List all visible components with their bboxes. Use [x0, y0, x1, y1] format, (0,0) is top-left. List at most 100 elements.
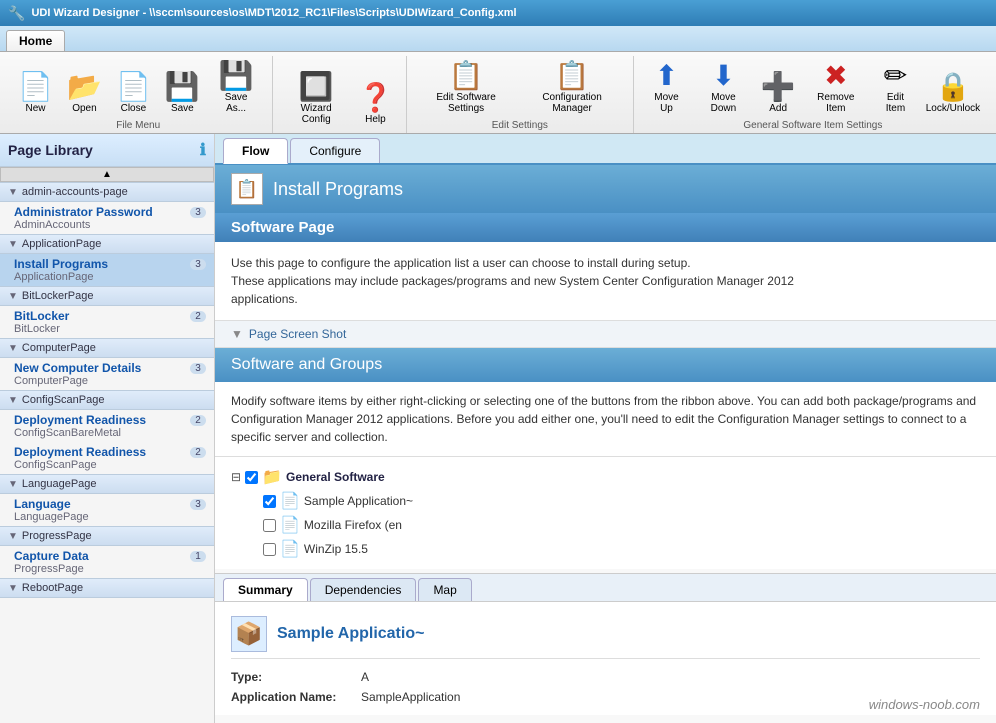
ribbon-group-general-buttons: ⬆ Move Up ⬇ Move Down ➕ Add ✖ Remove Ite…	[642, 58, 984, 118]
app-icon: 🔧	[8, 5, 25, 22]
tree-item-1-icon: 📄	[280, 491, 300, 511]
sidebar-category-language: ▼ LanguagePage	[0, 474, 214, 494]
arrow-icon: ▼	[8, 583, 18, 594]
sidebar-item-bitlocker[interactable]: BitLocker BitLocker 2	[0, 306, 214, 338]
save-as-label: Save As...	[215, 92, 258, 114]
app-item-badge: 3	[190, 259, 206, 270]
move-up-button[interactable]: ⬆ Move Up	[642, 58, 691, 118]
tree-item-1-checkbox[interactable]	[263, 495, 276, 508]
remove-item-button[interactable]: ✖ Remove Item	[803, 58, 870, 118]
tab-configure[interactable]: Configure	[290, 138, 380, 163]
help-icon: ❓	[358, 84, 393, 112]
detail-header: 📦 Sample Applicatio~	[231, 610, 980, 659]
add-icon: ➕	[761, 73, 796, 101]
config-item-badge-1: 2	[190, 415, 206, 426]
sidebar-item-computer-details[interactable]: New Computer Details ComputerPage 3	[0, 358, 214, 390]
bitlocker-category-label: BitLockerPage	[22, 290, 94, 302]
tab-summary[interactable]: Summary	[223, 578, 308, 601]
close-button[interactable]: 📄 Close	[110, 69, 157, 118]
title-text: UDI Wizard Designer - \\sccm\sources\os\…	[31, 7, 516, 19]
software-page-info: Use this page to configure the applicati…	[215, 242, 996, 321]
config-item-sub-1: ConfigScanBareMetal	[14, 427, 146, 439]
ribbon-group-file-buttons: 📄 New 📂 Open 📄 Close 💾 Save 💾 Sav	[12, 58, 264, 118]
sidebar-category-computer: ▼ ComputerPage	[0, 338, 214, 358]
app-item-name: Install Programs	[14, 257, 108, 271]
app-category-label: ApplicationPage	[22, 238, 102, 250]
arrow-icon: ▼	[8, 187, 18, 198]
add-button[interactable]: ➕ Add	[756, 69, 801, 118]
ribbon-group-edit-buttons: 📋 Edit Software Settings 📋 Configuration…	[415, 58, 625, 118]
tree-group-checkbox[interactable]	[245, 471, 258, 484]
move-down-button[interactable]: ⬇ Move Down	[693, 58, 754, 118]
save-as-button[interactable]: 💾 Save As...	[208, 58, 265, 118]
tree-child-1: 📄 Sample Application~	[263, 489, 980, 513]
edit-item-icon: ✏	[884, 62, 907, 90]
help-label: Help	[365, 114, 386, 125]
arrow-icon: ▼	[8, 479, 18, 490]
language-item-content: Language LanguagePage	[14, 497, 89, 523]
tab-dependencies[interactable]: Dependencies	[310, 578, 417, 601]
admin-item-badge: 3	[190, 207, 206, 218]
tree-item-2-icon: 📄	[280, 515, 300, 535]
watermark: windows-noob.com	[869, 697, 980, 712]
close-icon: 📄	[116, 73, 151, 101]
ribbon-tab-home[interactable]: Home	[6, 30, 65, 51]
sw-groups-header: Software and Groups	[215, 348, 996, 382]
tree-item-2-checkbox[interactable]	[263, 519, 276, 532]
config-item-name-1: Deployment Readiness	[14, 413, 146, 427]
bottom-tabs: Summary Dependencies Map	[215, 573, 996, 602]
sw-groups-text: Modify software items by either right-cl…	[231, 392, 980, 446]
detail-type-field: Type: A	[231, 667, 980, 687]
lock-unlock-button[interactable]: 🔒 Lock/Unlock	[922, 69, 984, 118]
config-item-content-1: Deployment Readiness ConfigScanBareMetal	[14, 413, 146, 439]
sidebar-item-deployment-readiness-2[interactable]: Deployment Readiness ConfigScanPage 2	[0, 442, 214, 474]
move-up-icon: ⬆	[655, 62, 678, 90]
sidebar-item-language[interactable]: Language LanguagePage 3	[0, 494, 214, 526]
bitlocker-item-content: BitLocker BitLocker	[14, 309, 69, 335]
edit-software-settings-button[interactable]: 📋 Edit Software Settings	[415, 58, 517, 118]
edit-settings-group-label: Edit Settings	[492, 118, 548, 133]
arrow-icon: ▼	[8, 395, 18, 406]
tree-item-3-checkbox[interactable]	[263, 543, 276, 556]
sidebar-item-install-programs[interactable]: Install Programs ApplicationPage 3	[0, 254, 214, 286]
edit-software-icon: 📋	[449, 62, 484, 90]
sidebar-scroll-up[interactable]: ▲	[0, 167, 214, 182]
progress-item-content: Capture Data ProgressPage	[14, 549, 89, 575]
new-button[interactable]: 📄 New	[12, 69, 59, 118]
config-item-content-2: Deployment Readiness ConfigScanPage	[14, 445, 146, 471]
sidebar-item-administrator-password[interactable]: Administrator Password AdminAccounts 3	[0, 202, 214, 234]
screenshot-toggle[interactable]: ▼ Page Screen Shot	[215, 321, 996, 348]
tab-map[interactable]: Map	[418, 578, 471, 601]
wizard-config-icon: 🔲	[299, 73, 334, 101]
arrow-icon: ▼	[8, 531, 18, 542]
wizard-config-button[interactable]: 🔲 Wizard Config	[281, 69, 351, 129]
sidebar-item-deployment-readiness-1[interactable]: Deployment Readiness ConfigScanBareMetal…	[0, 410, 214, 442]
info-icon[interactable]: ℹ	[200, 140, 206, 160]
sidebar-category-admin-accounts: ▼ admin-accounts-page	[0, 182, 214, 202]
tree-expand-icon[interactable]: ⊟	[231, 470, 241, 484]
sidebar: Page Library ℹ ▲ ▼ admin-accounts-page A…	[0, 134, 215, 723]
configuration-manager-button[interactable]: 📋 Configuration Manager	[519, 58, 624, 118]
sidebar-item-capture-data[interactable]: Capture Data ProgressPage 1	[0, 546, 214, 578]
sw-desc-1: Use this page to configure the applicati…	[231, 254, 980, 272]
save-button[interactable]: 💾 Save	[159, 69, 206, 118]
config-item-row-2: Deployment Readiness ConfigScanPage 2	[14, 445, 206, 471]
lock-unlock-label: Lock/Unlock	[926, 103, 980, 114]
page-title: Install Programs	[273, 179, 403, 200]
language-item-name: Language	[14, 497, 89, 511]
app-item-sub: ApplicationPage	[14, 271, 108, 283]
ribbon: Home 📄 New 📂 Open 📄 Close 💾 Sa	[0, 26, 996, 134]
detail-appname-field: Application Name: SampleApplication	[231, 687, 980, 707]
new-icon: 📄	[18, 73, 53, 101]
open-button[interactable]: 📂 Open	[61, 69, 108, 118]
computer-item-badge: 3	[190, 363, 206, 374]
page-title-header: 📋 Install Programs	[215, 165, 996, 213]
config-item-name-2: Deployment Readiness	[14, 445, 146, 459]
sidebar-header: Page Library ℹ	[0, 134, 214, 167]
help-button[interactable]: ❓ Help	[353, 80, 398, 129]
config-item-row-1: Deployment Readiness ConfigScanBareMetal…	[14, 413, 206, 439]
detail-fields: Type: A Application Name: SampleApplicat…	[231, 667, 980, 707]
edit-item-button[interactable]: ✏ Edit Item	[871, 58, 920, 118]
software-page-title: Software Page	[215, 213, 996, 242]
tab-flow[interactable]: Flow	[223, 138, 288, 164]
